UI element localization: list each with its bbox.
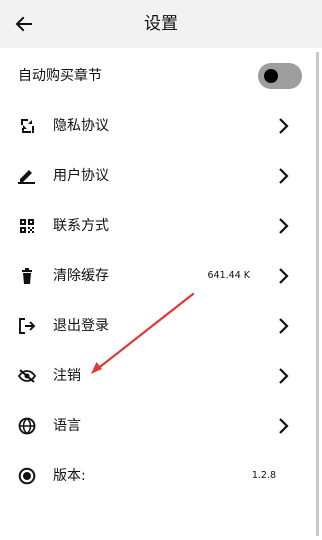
logout-row[interactable]: 退出登录 xyxy=(0,302,316,352)
chevron-right-icon xyxy=(279,268,289,284)
settings-page: 设置 自动购买章节 隐私协议 用户协议 联系方式 清除缓存 641.44 K 退… xyxy=(0,0,322,540)
contact-label: 联系方式 xyxy=(53,218,109,234)
privacy-policy-label: 隐私协议 xyxy=(53,118,109,134)
contact-row[interactable]: 联系方式 xyxy=(0,202,316,252)
chevron-right-icon xyxy=(279,368,289,384)
chevron-right-icon xyxy=(279,318,289,334)
version-label: 版本: xyxy=(53,468,86,484)
qr-code-icon xyxy=(17,216,37,236)
deactivate-account-label: 注销 xyxy=(53,368,81,384)
deactivate-account-row[interactable]: 注销 xyxy=(0,352,316,402)
trash-icon xyxy=(17,266,37,286)
eye-off-icon xyxy=(17,366,37,386)
auto-buy-label: 自动购买章节 xyxy=(18,68,102,84)
toggle-knob xyxy=(264,69,278,83)
clear-cache-row[interactable]: 清除缓存 641.44 K xyxy=(0,252,316,302)
cache-size-value: 641.44 K xyxy=(207,270,251,281)
privacy-policy-row[interactable]: 隐私协议 xyxy=(0,102,316,152)
language-row[interactable]: 语言 xyxy=(0,402,316,452)
chevron-right-icon xyxy=(279,118,289,134)
user-agreement-label: 用户协议 xyxy=(53,168,109,184)
top-bar: 设置 xyxy=(0,0,322,48)
settings-list: 自动购买章节 隐私协议 用户协议 联系方式 清除缓存 641.44 K 退出登录… xyxy=(0,52,319,536)
chevron-right-icon xyxy=(279,418,289,434)
user-agreement-row[interactable]: 用户协议 xyxy=(0,152,316,202)
logout-label: 退出登录 xyxy=(53,318,109,334)
chevron-right-icon xyxy=(279,218,289,234)
pen-icon xyxy=(17,166,37,186)
version-value: 1.2.8 xyxy=(251,470,276,481)
version-row: 版本: 1.2.8 xyxy=(0,452,316,502)
globe-icon xyxy=(17,416,37,436)
privacy-icon xyxy=(17,116,37,136)
chevron-right-icon xyxy=(279,168,289,184)
language-label: 语言 xyxy=(53,418,81,434)
auto-buy-row[interactable]: 自动购买章节 xyxy=(0,52,316,102)
logout-icon xyxy=(17,316,37,336)
auto-buy-toggle[interactable] xyxy=(258,63,302,89)
record-icon xyxy=(17,466,37,486)
clear-cache-label: 清除缓存 xyxy=(53,268,109,284)
page-title: 设置 xyxy=(144,14,178,34)
